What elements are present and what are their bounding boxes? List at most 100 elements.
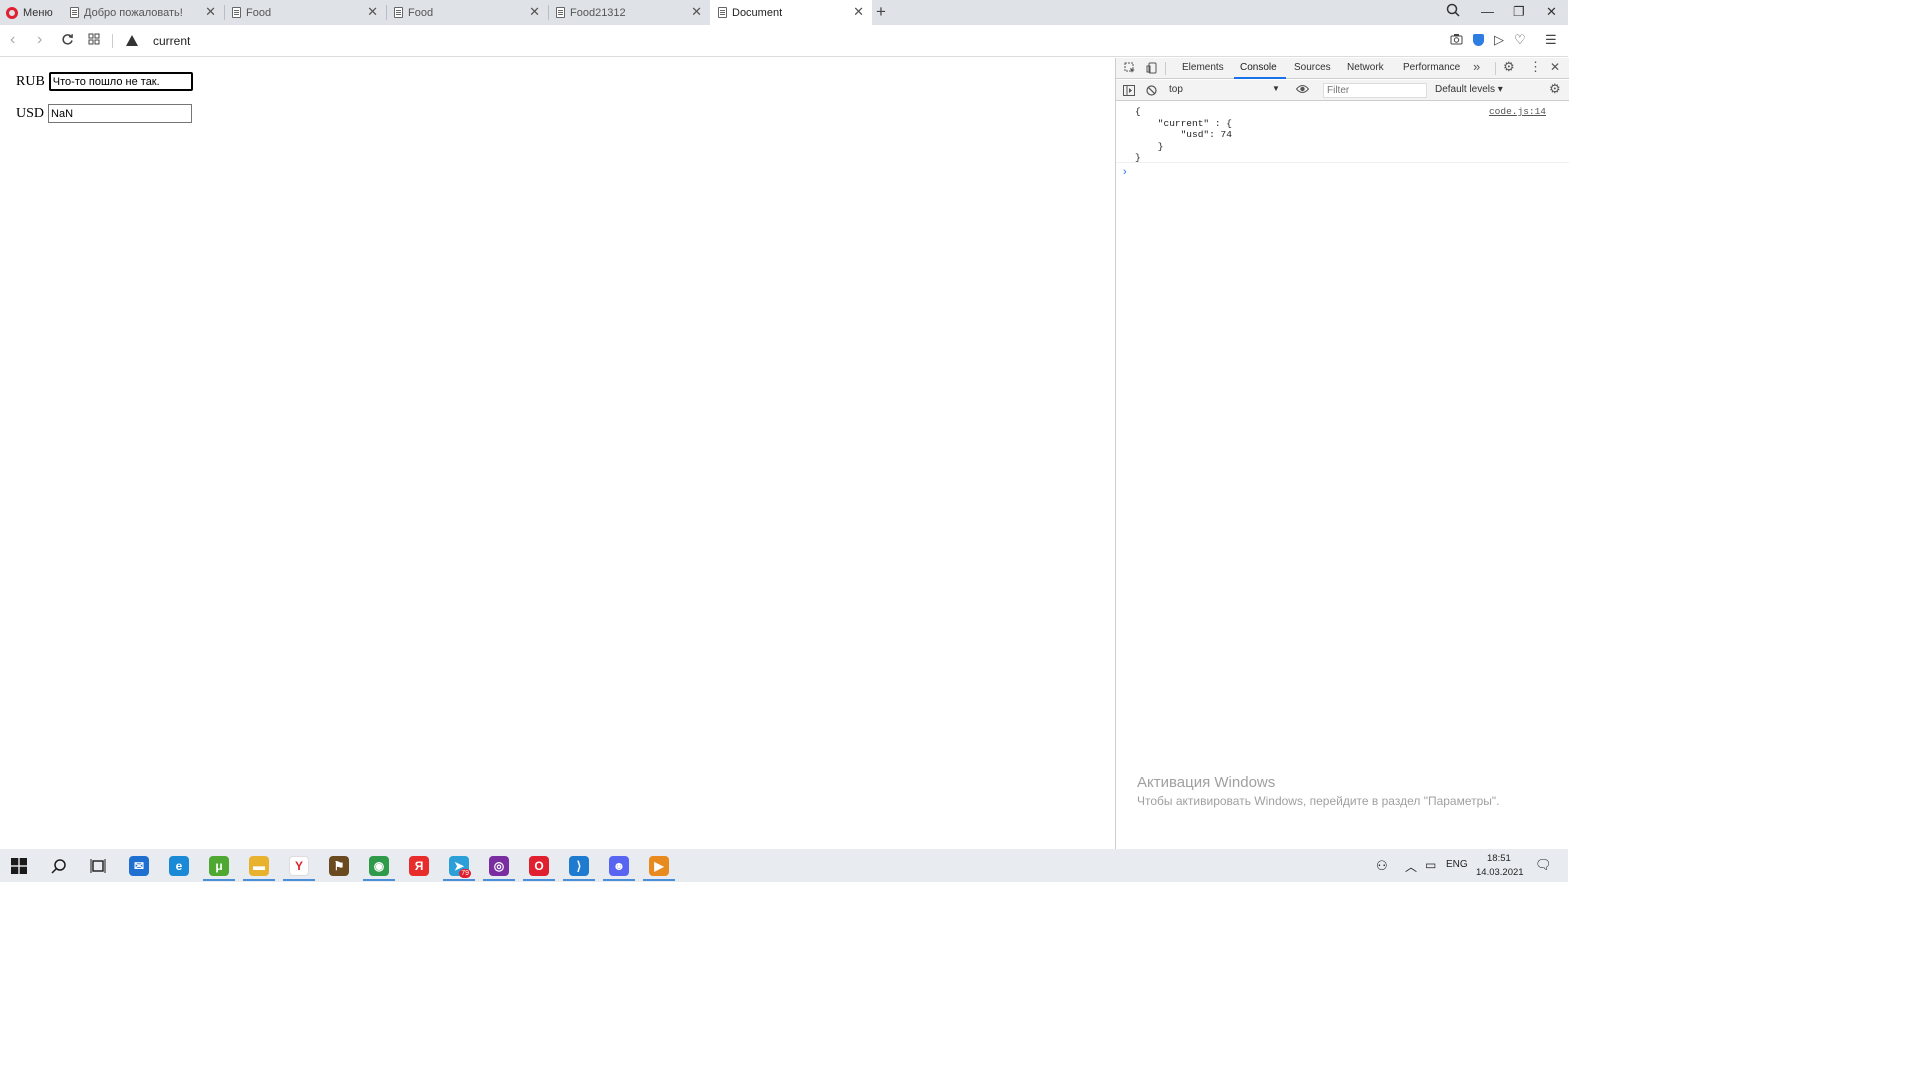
warning-icon[interactable] — [126, 35, 138, 46]
windows-icon — [11, 857, 27, 874]
restore-icon[interactable]: ❐ — [1513, 3, 1525, 21]
tab-food[interactable]: Food ✕ — [224, 0, 386, 25]
taskbar-app-chrome[interactable]: ◉ — [361, 849, 397, 882]
back-icon[interactable]: ‹ — [10, 32, 15, 48]
people-icon[interactable]: ⚇ — [1376, 858, 1388, 874]
taskbar-app-media-player[interactable]: ▶ — [641, 849, 677, 882]
close-icon[interactable]: ✕ — [691, 5, 702, 19]
taskbar-app-utorrent[interactable]: μ — [201, 849, 237, 882]
mail-icon: ✉ — [129, 855, 149, 876]
console-filter-bar: top ▼ Default levels ▾ ⚙ — [1116, 80, 1569, 101]
windows-activation-watermark: Активация Windows Чтобы активировать Win… — [1137, 774, 1500, 808]
usd-input[interactable] — [48, 104, 193, 123]
send-icon[interactable]: ▷ — [1494, 33, 1504, 47]
close-devtools-icon[interactable]: ✕ — [1550, 61, 1560, 73]
opera-icon: O — [529, 855, 549, 876]
context-selector[interactable]: top — [1169, 84, 1281, 95]
log-levels-dropdown[interactable]: Default levels ▾ — [1435, 84, 1503, 95]
tab-welcome[interactable]: Добро пожаловать! ✕ — [62, 0, 224, 25]
watermark-title: Активация Windows — [1137, 774, 1276, 791]
rub-input[interactable] — [48, 72, 193, 91]
tab-network[interactable]: Network — [1347, 62, 1384, 73]
sidebar-toggle-icon[interactable] — [1123, 85, 1135, 99]
taskbar-app-mail[interactable]: ✉ — [121, 849, 157, 882]
console-settings-icon[interactable]: ⚙ — [1549, 82, 1561, 95]
tab-title: Food — [246, 6, 272, 19]
source-link[interactable]: code.js:14 — [1489, 106, 1546, 117]
taskbar-app-telegram[interactable]: ➤ 79 — [441, 849, 477, 882]
reload-icon[interactable] — [61, 33, 74, 50]
inspect-element-icon[interactable] — [1124, 62, 1136, 77]
address-field[interactable]: current — [153, 34, 190, 48]
chevron-down-icon[interactable]: ▼ — [1272, 84, 1280, 93]
edge-icon: e — [169, 855, 189, 876]
tab-document[interactable]: Document ✕ — [710, 0, 872, 25]
menu-label: Меню — [23, 7, 53, 19]
taskbar-app-folder[interactable]: ▬ — [241, 849, 277, 882]
taskbar-app-edge[interactable]: e — [161, 849, 197, 882]
utorrent-icon: μ — [209, 855, 229, 876]
taskbar-app-yandex-browser[interactable]: Y — [281, 849, 317, 882]
taskbar-app-opera[interactable]: O — [521, 849, 557, 882]
start-button[interactable] — [1, 849, 37, 882]
tor-icon: ◎ — [489, 855, 509, 876]
tab-title: Food — [408, 6, 434, 19]
clock-date[interactable]: 14.03.2021 — [1476, 867, 1524, 878]
tab-food-2[interactable]: Food ✕ — [386, 0, 548, 25]
rub-row: RUB — [16, 72, 193, 91]
camera-icon[interactable] — [1450, 33, 1463, 48]
tab-food21312[interactable]: Food21312 ✕ — [548, 0, 710, 25]
new-tab-button[interactable]: + — [876, 2, 886, 22]
eye-icon[interactable] — [1295, 84, 1310, 96]
notifications-icon[interactable]: 🗨 — [1535, 857, 1552, 873]
close-window-icon[interactable]: ✕ — [1546, 3, 1557, 21]
heart-icon[interactable]: ♡ — [1514, 33, 1526, 47]
taskbar: ✉ e μ ▬ Y ⚑ ◉ Я ➤ 79 ◎ O ⟩ ☻ ▶ ⚇ ︿ ▭ ENG 18:51 14.03.2… — [0, 849, 1568, 882]
tab-sources[interactable]: Sources — [1294, 62, 1331, 73]
minimize-icon[interactable]: — — [1481, 3, 1494, 21]
network-icon[interactable]: ▭ — [1425, 858, 1436, 872]
taskbar-app-tor[interactable]: ◎ — [481, 849, 517, 882]
search-button[interactable] — [41, 849, 77, 882]
taskbar-app-vscode[interactable]: ⟩ — [561, 849, 597, 882]
watermark-subtitle: Чтобы активировать Windows, перейдите в … — [1137, 794, 1500, 808]
tab-elements[interactable]: Elements — [1182, 62, 1224, 73]
document-icon — [556, 7, 565, 18]
console-prompt[interactable]: › — [1123, 166, 1127, 178]
menu-button[interactable]: Меню — [6, 5, 53, 21]
game-icon: ⚑ — [329, 855, 349, 876]
taskbar-app-discord[interactable]: ☻ — [601, 849, 637, 882]
log-levels-label: Default levels — [1435, 84, 1496, 95]
tab-performance[interactable]: Performance — [1403, 62, 1460, 73]
chrome-icon: ◉ — [369, 855, 389, 876]
yandex-browser-icon: Y — [289, 855, 309, 876]
tab-console[interactable]: Console — [1240, 62, 1277, 73]
easy-setup-icon[interactable]: ☰ — [1545, 33, 1557, 47]
console-filter-input[interactable] — [1323, 83, 1427, 98]
opera-logo-icon — [6, 7, 18, 19]
usd-label: USD — [16, 105, 45, 121]
console-log-text: { "current" : { "usd": 74 } } — [1135, 106, 1232, 163]
close-icon[interactable]: ✕ — [367, 5, 378, 19]
clear-console-icon[interactable] — [1146, 85, 1157, 99]
yandex-icon: Я — [409, 855, 429, 876]
settings-icon[interactable]: ⚙ — [1503, 60, 1515, 73]
close-icon[interactable]: ✕ — [853, 5, 864, 19]
device-toolbar-icon[interactable] — [1146, 62, 1158, 77]
tabs-grid-icon[interactable] — [88, 33, 100, 49]
kebab-menu-icon[interactable]: ⋮ — [1529, 60, 1542, 73]
divider — [112, 34, 113, 48]
taskbar-app-game[interactable]: ⚑ — [321, 849, 357, 882]
clock-time[interactable]: 18:51 — [1487, 853, 1511, 864]
more-tabs-icon[interactable]: » — [1473, 60, 1480, 73]
search-tabs-icon[interactable] — [1446, 3, 1460, 22]
task-view-button[interactable] — [80, 849, 116, 882]
taskbar-app-yandex[interactable]: Я — [401, 849, 437, 882]
close-icon[interactable]: ✕ — [205, 5, 216, 19]
close-icon[interactable]: ✕ — [529, 5, 540, 19]
language-indicator[interactable]: ENG — [1446, 859, 1468, 870]
active-tab-indicator — [1234, 77, 1286, 79]
vpn-icon[interactable] — [1473, 34, 1484, 46]
chevron-up-icon[interactable]: ︿ — [1405, 858, 1417, 875]
forward-icon[interactable]: › — [37, 32, 42, 48]
